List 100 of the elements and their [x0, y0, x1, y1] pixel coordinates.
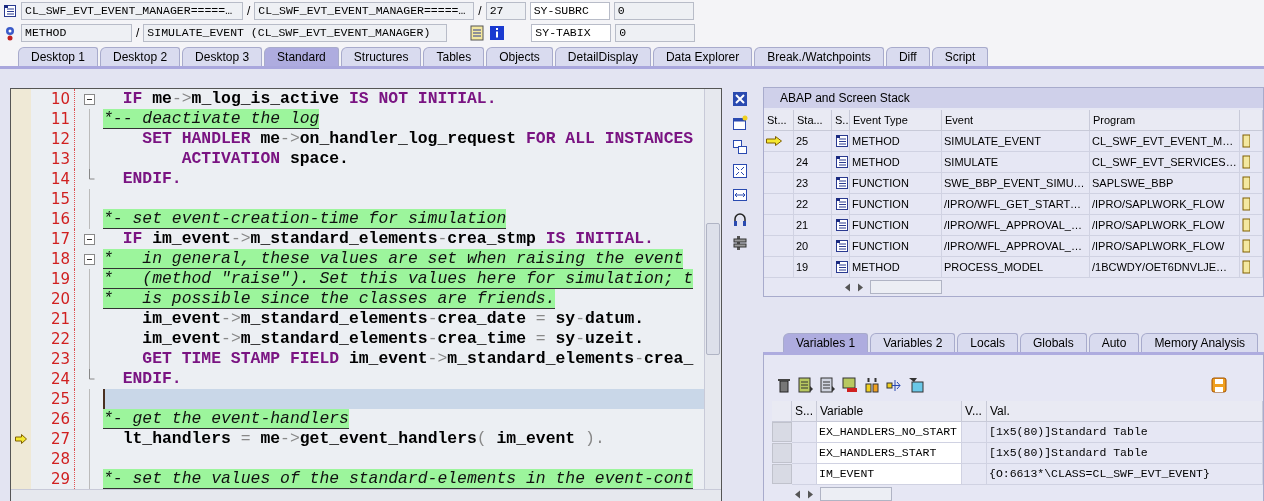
column-header[interactable]: Val. [987, 401, 1263, 422]
tab[interactable]: Desktop 2 [100, 47, 181, 66]
line-number: 20 [31, 289, 75, 309]
code-token: m_standard_elements [250, 229, 438, 248]
column-header[interactable]: Sta... [794, 110, 832, 131]
edit-icon[interactable] [1242, 239, 1250, 253]
code-token: -> [427, 349, 448, 368]
scroll-left-icon[interactable] [844, 282, 851, 292]
scroll-right-icon[interactable] [857, 282, 864, 292]
tab[interactable]: Script [931, 47, 989, 66]
variable-name-cell[interactable]: IM_EVENT [817, 464, 962, 485]
line-number: 27 [31, 429, 75, 449]
column-header[interactable]: Event [942, 110, 1090, 131]
collapse-icon[interactable] [83, 94, 95, 105]
tab[interactable]: Variables 2 [870, 333, 956, 352]
insert-row-icon[interactable] [798, 377, 814, 393]
tab[interactable]: Desktop 1 [18, 47, 99, 66]
tab[interactable]: Structures [340, 47, 422, 66]
program-field[interactable]: CL_SWF_EVT_EVENT_MANAGER=====… [21, 2, 243, 20]
collapse-icon[interactable] [83, 234, 95, 245]
vertical-scrollbar[interactable] [704, 89, 721, 489]
resize-icon[interactable] [732, 187, 748, 203]
column-header[interactable]: Variable [817, 401, 962, 422]
table-cell: METHOD [850, 257, 942, 278]
column-header[interactable]: V... [962, 401, 987, 422]
line-number: 23 [31, 349, 75, 369]
line-number: 26 [31, 409, 75, 429]
tab[interactable]: Diff [885, 47, 930, 66]
filter-icon[interactable] [908, 377, 924, 393]
document-icon [835, 260, 849, 274]
copy-row-icon[interactable] [820, 377, 836, 393]
swap-windows-icon[interactable] [732, 139, 748, 155]
tab[interactable]: Tables [423, 47, 485, 66]
edit-icon[interactable] [1242, 260, 1250, 274]
table-cell: SIMULATE [942, 152, 1090, 173]
variable-value-field[interactable]: 0 [615, 24, 696, 42]
event-field[interactable]: SIMULATE_EVENT (CL_SWF_EVT_EVENT_MANAGER) [143, 24, 448, 42]
trash-icon[interactable] [776, 377, 792, 393]
variable-value-field[interactable]: 0 [613, 2, 694, 20]
code-comment: * in general, these values are set when raising the event [103, 249, 684, 269]
column-header[interactable]: Program [1090, 110, 1240, 131]
tab[interactable]: Auto [1088, 333, 1140, 352]
variable-name-cell[interactable]: EX_HANDLERS_START [817, 443, 962, 464]
edit-icon[interactable] [1242, 134, 1250, 148]
tab[interactable]: Locals [957, 333, 1018, 352]
edit-icon[interactable] [1242, 155, 1250, 169]
tab[interactable]: Globals [1020, 333, 1087, 352]
tab[interactable]: Standard [264, 47, 339, 66]
code-comment: *- set the values of the standard-elements in the event-cont [103, 469, 694, 489]
edit-icon[interactable] [1242, 176, 1250, 190]
scrollbar-thumb[interactable] [870, 280, 942, 294]
event-type-field[interactable]: METHOD [21, 24, 132, 42]
save-icon[interactable] [1211, 377, 1227, 393]
table-cell: 21 [794, 215, 832, 236]
tool-icon[interactable] [732, 235, 748, 251]
horizontal-scrollbar[interactable] [11, 489, 721, 501]
code-token: = [535, 329, 546, 348]
fullscreen-icon[interactable] [732, 163, 748, 179]
code-token: im_event [141, 309, 222, 328]
column-header[interactable]: S... [792, 401, 817, 422]
collapse-icon[interactable] [83, 254, 95, 265]
column-header[interactable]: Event Type [850, 110, 942, 131]
tab[interactable]: Objects [486, 47, 553, 66]
line-number: 10 [31, 89, 75, 109]
line-field[interactable]: 27 [485, 2, 526, 20]
include-field[interactable]: CL_SWF_EVT_EVENT_MANAGER=====… [254, 2, 475, 20]
scroll-right-icon[interactable] [807, 489, 814, 499]
info-icon[interactable] [489, 25, 506, 41]
code-token: crea_date [437, 309, 527, 328]
tab[interactable]: Data Explorer [652, 47, 753, 66]
scroll-left-icon[interactable] [794, 489, 801, 499]
gear-icon [3, 25, 17, 41]
scrollbar-thumb[interactable] [820, 487, 892, 501]
edit-icon[interactable] [1242, 218, 1250, 232]
tab[interactable]: DetailDisplay [554, 47, 651, 66]
headphones-icon[interactable] [732, 211, 748, 227]
variable-name-field[interactable]: SY-SUBRC [529, 2, 610, 20]
document-icon [835, 197, 849, 211]
document-icon [835, 239, 849, 253]
tab[interactable]: Variables 1 [783, 333, 869, 352]
share-icon[interactable] [886, 377, 902, 393]
code-token: datum. [585, 309, 645, 328]
code-editor[interactable] [10, 88, 722, 501]
code-token: lt_handlers [121, 429, 232, 448]
code-token: im_event [347, 349, 428, 368]
delete-row-icon[interactable] [842, 377, 858, 393]
document-icon [835, 155, 849, 169]
column-header[interactable]: St... [764, 110, 794, 131]
variable-name-cell[interactable]: EX_HANDLERS_NO_START [817, 422, 962, 443]
close-icon[interactable] [732, 91, 748, 107]
new-window-icon[interactable] [732, 115, 748, 131]
tab[interactable]: Memory Analysis [1141, 333, 1259, 352]
edit-icon[interactable] [1242, 197, 1250, 211]
tab[interactable]: Desktop 3 [182, 47, 263, 66]
column-header[interactable]: S.. [832, 110, 850, 131]
variable-name-field[interactable]: SY-TABIX [531, 24, 612, 42]
table-cell: [1x5(80)]Standard Table [987, 422, 1263, 443]
table-cell: CL_SWF_EVT_EVENT_M… [1090, 131, 1240, 152]
tab[interactable]: Break./Watchpoints [754, 47, 884, 66]
columns-icon[interactable] [864, 377, 880, 393]
